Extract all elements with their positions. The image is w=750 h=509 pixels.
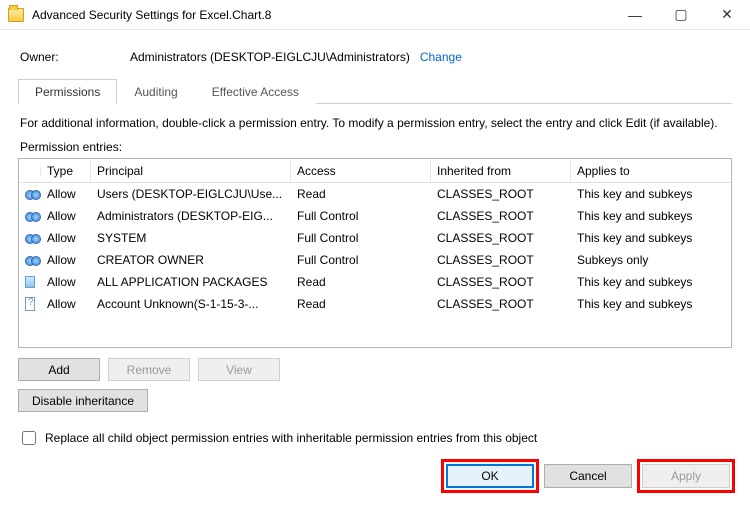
disable-inheritance-button[interactable]: Disable inheritance: [18, 389, 148, 412]
grid-header: Type Principal Access Inherited from App…: [19, 159, 731, 183]
tabstrip: Permissions Auditing Effective Access: [18, 78, 732, 104]
maximize-button[interactable]: ▢: [658, 0, 704, 30]
col-applies[interactable]: Applies to: [571, 160, 731, 182]
cancel-button[interactable]: Cancel: [544, 464, 632, 488]
cell-inherited: CLASSES_ROOT: [431, 251, 571, 269]
cell-principal: Account Unknown(S-1-15-3-...: [91, 295, 291, 313]
ok-button[interactable]: OK: [446, 464, 534, 488]
cell-access: Full Control: [291, 251, 431, 269]
window-title: Advanced Security Settings for Excel.Cha…: [32, 8, 271, 22]
cell-inherited: CLASSES_ROOT: [431, 273, 571, 291]
cell-applies: This key and subkeys: [571, 295, 731, 313]
cell-access: Read: [291, 185, 431, 203]
permission-entries-grid[interactable]: Type Principal Access Inherited from App…: [18, 158, 732, 348]
cell-type: Allow: [41, 251, 91, 269]
principal-icon: [19, 274, 41, 290]
principal-icon: [19, 229, 41, 247]
minimize-button[interactable]: —: [612, 0, 658, 30]
principal-icon: [19, 295, 41, 313]
info-text: For additional information, double-click…: [18, 104, 732, 140]
cell-inherited: CLASSES_ROOT: [431, 185, 571, 203]
cell-principal: ALL APPLICATION PACKAGES: [91, 273, 291, 291]
cell-type: Allow: [41, 207, 91, 225]
table-row[interactable]: AllowSYSTEMFull ControlCLASSES_ROOTThis …: [19, 227, 731, 249]
table-row[interactable]: AllowAccount Unknown(S-1-15-3-...ReadCLA…: [19, 293, 731, 315]
cell-access: Full Control: [291, 229, 431, 247]
tab-auditing[interactable]: Auditing: [117, 79, 194, 104]
cell-applies: This key and subkeys: [571, 185, 731, 203]
cell-principal: Users (DESKTOP-EIGLCJU\Use...: [91, 185, 291, 203]
col-type[interactable]: Type: [41, 160, 91, 182]
owner-row: Owner: Administrators (DESKTOP-EIGLCJU\A…: [18, 42, 732, 78]
replace-children-checkbox[interactable]: [22, 431, 36, 445]
replace-checkbox-row: Replace all child object permission entr…: [18, 418, 732, 460]
cell-type: Allow: [41, 295, 91, 313]
principal-icon: [19, 207, 41, 225]
dialog-footer: OK Cancel Apply: [18, 460, 732, 488]
cell-type: Allow: [41, 185, 91, 203]
apply-button: Apply: [642, 464, 730, 488]
cell-type: Allow: [41, 229, 91, 247]
cell-type: Allow: [41, 273, 91, 291]
permission-entries-label: Permission entries:: [18, 140, 732, 158]
cell-applies: This key and subkeys: [571, 229, 731, 247]
table-row[interactable]: AllowALL APPLICATION PACKAGESReadCLASSES…: [19, 271, 731, 293]
cell-access: Full Control: [291, 207, 431, 225]
tab-effective-access[interactable]: Effective Access: [195, 79, 316, 104]
cell-inherited: CLASSES_ROOT: [431, 229, 571, 247]
folder-icon: [8, 8, 24, 22]
cell-principal: Administrators (DESKTOP-EIG...: [91, 207, 291, 225]
owner-value: Administrators (DESKTOP-EIGLCJU\Administ…: [130, 50, 410, 64]
cell-principal: SYSTEM: [91, 229, 291, 247]
principal-icon: [19, 185, 41, 203]
table-row[interactable]: AllowUsers (DESKTOP-EIGLCJU\Use...ReadCL…: [19, 183, 731, 205]
col-access[interactable]: Access: [291, 160, 431, 182]
table-row[interactable]: AllowCREATOR OWNERFull ControlCLASSES_RO…: [19, 249, 731, 271]
titlebar: Advanced Security Settings for Excel.Cha…: [0, 0, 750, 30]
cell-access: Read: [291, 273, 431, 291]
principal-icon: [19, 251, 41, 269]
owner-label: Owner:: [20, 50, 130, 64]
col-inherited[interactable]: Inherited from: [431, 160, 571, 182]
dialog-content: Owner: Administrators (DESKTOP-EIGLCJU\A…: [0, 30, 750, 498]
col-principal[interactable]: Principal: [91, 160, 291, 182]
cell-applies: Subkeys only: [571, 251, 731, 269]
cell-principal: CREATOR OWNER: [91, 251, 291, 269]
table-row[interactable]: AllowAdministrators (DESKTOP-EIG...Full …: [19, 205, 731, 227]
cell-applies: This key and subkeys: [571, 207, 731, 225]
cell-access: Read: [291, 295, 431, 313]
close-button[interactable]: ✕: [704, 0, 750, 30]
cell-inherited: CLASSES_ROOT: [431, 207, 571, 225]
tab-permissions[interactable]: Permissions: [18, 79, 117, 104]
change-owner-link[interactable]: Change: [420, 50, 462, 64]
replace-children-label: Replace all child object permission entr…: [45, 431, 537, 445]
cell-inherited: CLASSES_ROOT: [431, 295, 571, 313]
inheritance-row: Disable inheritance: [18, 387, 732, 418]
view-button: View: [198, 358, 280, 381]
cell-applies: This key and subkeys: [571, 273, 731, 291]
entry-buttons: Add Remove View: [18, 348, 732, 387]
remove-button: Remove: [108, 358, 190, 381]
add-button[interactable]: Add: [18, 358, 100, 381]
